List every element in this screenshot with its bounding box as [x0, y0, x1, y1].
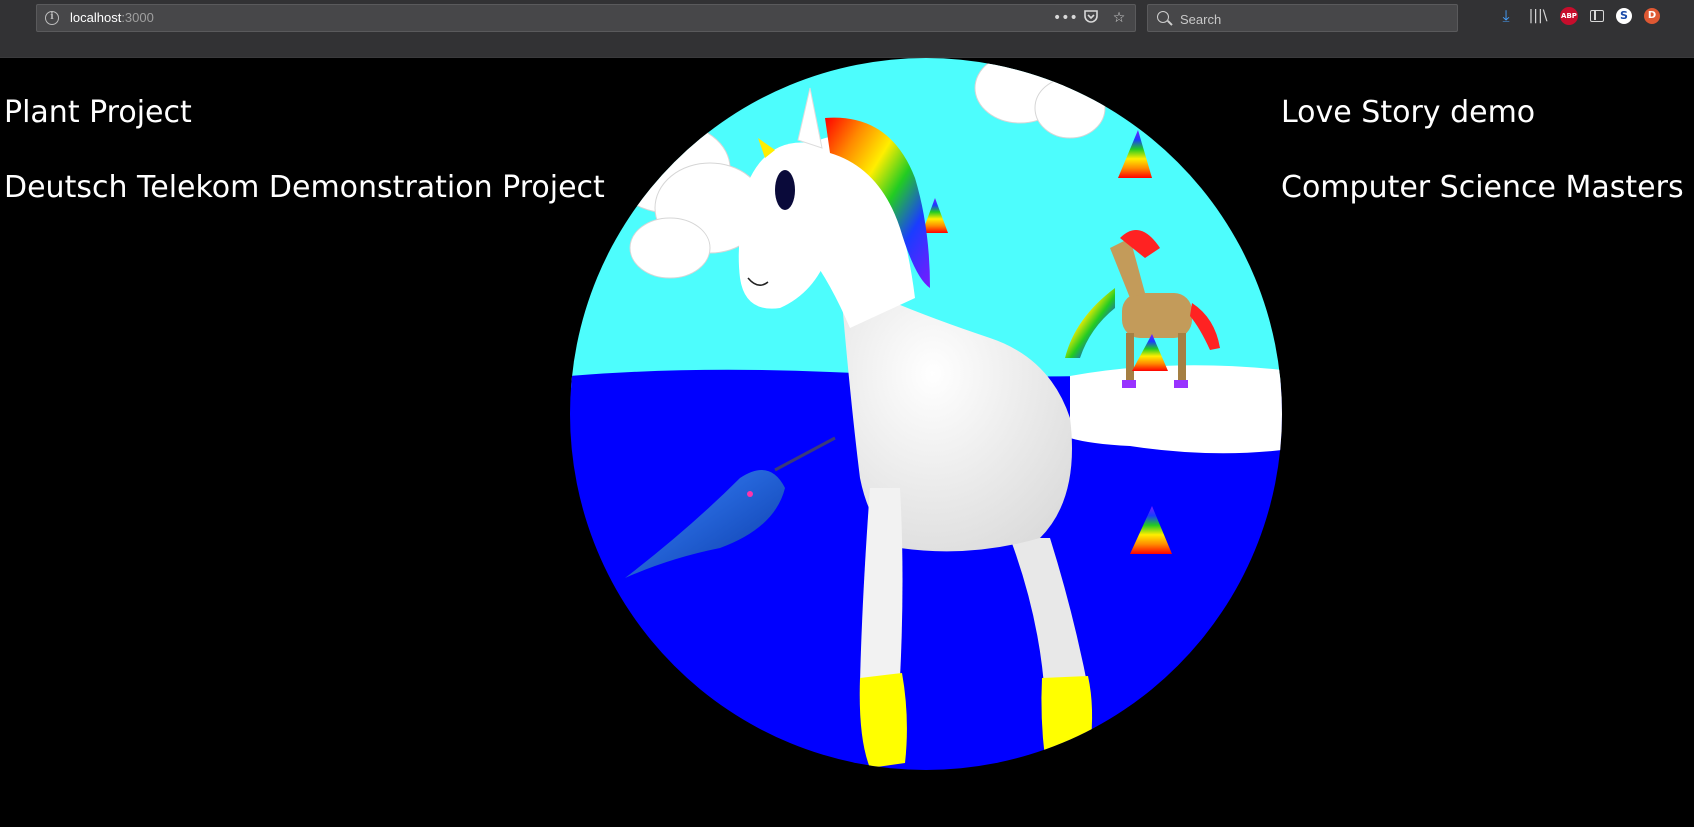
sync-icon[interactable]: S	[1616, 8, 1632, 24]
library-icon[interactable]: |||\	[1528, 6, 1548, 26]
link-love-story-demo[interactable]: Love Story demo	[1281, 94, 1535, 132]
more-icon[interactable]: •••	[1053, 8, 1078, 28]
url-actions: ••• ☆	[1053, 8, 1129, 28]
link-plant-project[interactable]: Plant Project	[4, 94, 192, 132]
url-text[interactable]: localhost:3000	[70, 10, 154, 25]
info-icon[interactable]: i	[45, 11, 59, 25]
browser-toolbar: i localhost:3000 ••• ☆ ⤓ |||\ ABP S D	[0, 0, 1694, 58]
bookmark-star-icon[interactable]: ☆	[1109, 8, 1129, 28]
url-bar[interactable]: i localhost:3000 ••• ☆	[36, 4, 1136, 32]
sidebar-icon[interactable]	[1590, 10, 1604, 22]
scene-canvas	[570, 58, 1282, 770]
adblock-icon[interactable]: ABP	[1560, 7, 1578, 25]
search-input[interactable]	[1178, 8, 1452, 30]
duckduckgo-icon[interactable]: D	[1644, 8, 1660, 24]
search-bar[interactable]	[1147, 4, 1458, 32]
link-telekom-project[interactable]: Deutsch Telekom Demonstration Project	[4, 169, 605, 207]
download-icon[interactable]: ⤓	[1496, 6, 1516, 26]
unicorn-scene[interactable]	[570, 58, 1282, 770]
link-computer-science-masters[interactable]: Computer Science Masters	[1281, 169, 1684, 207]
pocket-icon[interactable]	[1081, 8, 1101, 28]
search-icon	[1157, 11, 1169, 23]
toolbar-right-icons: ⤓ |||\ ABP S D	[1496, 6, 1660, 26]
